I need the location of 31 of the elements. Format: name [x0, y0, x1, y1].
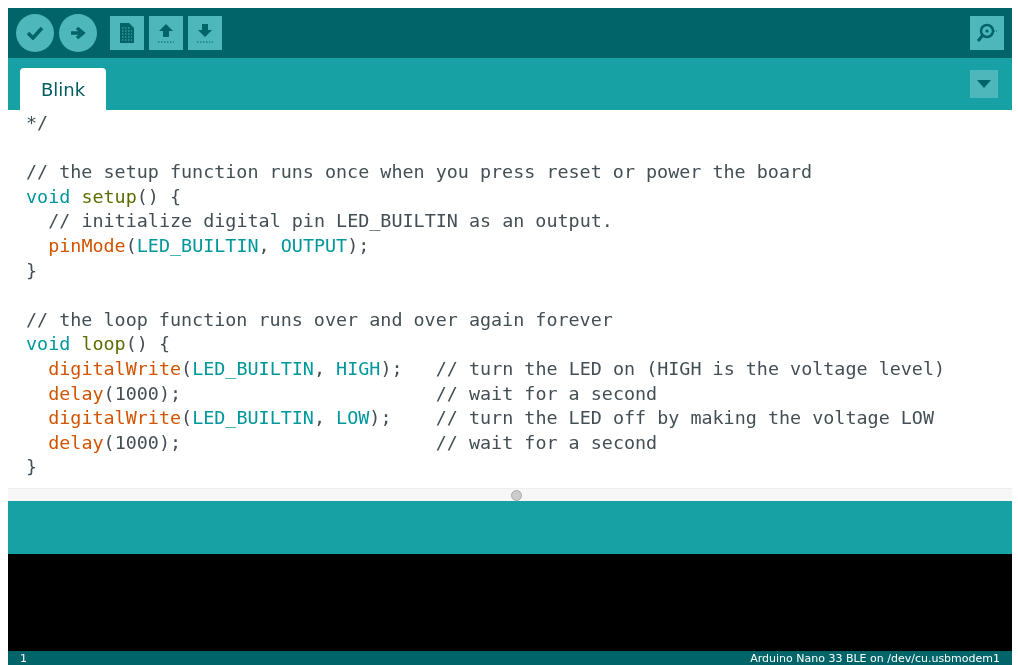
code-line: digitalWrite(LED_BUILTIN, HIGH); // turn the LED on (HIGH is the voltage level) [48, 356, 946, 381]
document-icon [118, 22, 136, 44]
serial-monitor-button[interactable] [970, 16, 1004, 50]
checkmark-icon [26, 26, 44, 40]
code-line: */ [26, 111, 49, 135]
new-button[interactable] [110, 16, 144, 50]
upload-arrow-icon [156, 22, 176, 44]
code-line: pinMode(LED_BUILTIN, OUTPUT); [48, 233, 370, 258]
arrow-right-icon [70, 26, 86, 40]
code-line: } [26, 455, 38, 480]
code-line: digitalWrite(LED_BUILTIN, LOW); // turn the LED off by making the voltage LOW [48, 406, 934, 431]
download-arrow-icon [195, 22, 215, 44]
line-number: 1 [20, 651, 27, 665]
code-line: delay(1000); // wait for a second [48, 381, 658, 406]
code-line: delay(1000); // wait for a second [48, 430, 658, 455]
code-line: } [26, 258, 38, 283]
code-line: // the setup function runs once when you press reset or power the board [26, 160, 813, 185]
upload-button[interactable] [59, 14, 97, 52]
code-line: // the loop function runs over and over again forever [26, 307, 613, 332]
magnifier-icon [975, 22, 999, 44]
caret-icon [977, 80, 991, 88]
file-tab[interactable]: Blink [20, 68, 106, 110]
resize-handle[interactable] [510, 489, 522, 501]
open-button[interactable] [149, 16, 183, 50]
code-line: void loop() { [26, 332, 170, 357]
save-button[interactable] [188, 16, 222, 50]
code-line: void setup() { [26, 184, 182, 209]
code-line: // initialize digital pin LED_BUILTIN as an output. [48, 209, 613, 234]
board-info: Arduino Nano 33 BLE on /dev/cu.usbmodem1 [750, 651, 1000, 665]
verify-button[interactable] [16, 14, 54, 52]
tab-menu-button[interactable] [970, 70, 998, 98]
